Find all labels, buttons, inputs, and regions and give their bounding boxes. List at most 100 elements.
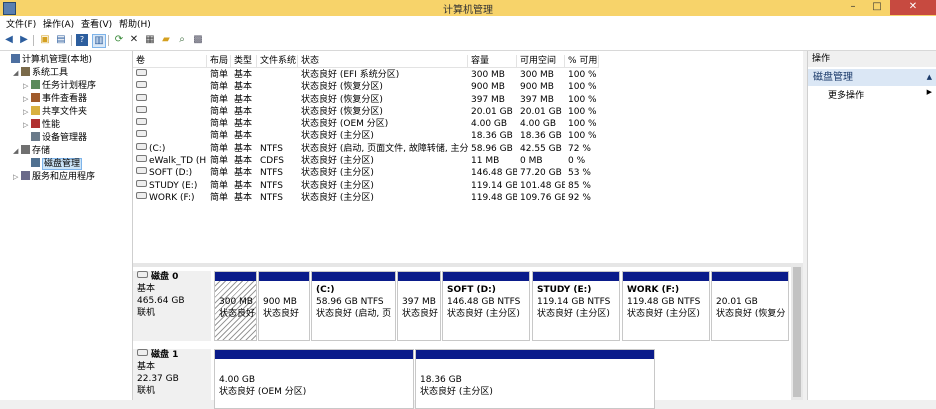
partition-block[interactable]: 18.36 GB 状态良好 (主分区) xyxy=(415,349,655,409)
partition-label: STUDY (E:) xyxy=(537,285,592,295)
tree-node-6[interactable]: 设备管理器 xyxy=(3,132,96,145)
partition-body: 300 MB 状态良好 xyxy=(215,281,256,340)
disk-info-1[interactable]: 磁盘 1 基本 22.37 GB 联机 xyxy=(133,349,211,409)
more-actions-item[interactable]: 更多操作 ▶ xyxy=(828,88,932,101)
back-icon[interactable]: ◀ xyxy=(3,34,15,46)
tree-node-2[interactable]: ▷ 任务计划程序 xyxy=(3,80,96,93)
tree-node-8[interactable]: 磁盘管理 xyxy=(3,158,96,171)
expand-arrow-icon[interactable]: ▷ xyxy=(23,119,31,132)
partition-block[interactable]: 397 MB 状态良好 xyxy=(397,271,441,341)
maximize-button[interactable]: □ xyxy=(866,0,888,15)
tree-node-1[interactable]: ◢ 系统工具 xyxy=(3,67,96,80)
column-header[interactable]: 卷 xyxy=(133,55,207,68)
expand-arrow-icon[interactable]: ▷ xyxy=(23,106,31,119)
open-folder-icon[interactable]: ▰ xyxy=(160,34,172,46)
column-header[interactable]: 类型 xyxy=(231,55,257,68)
volume-cell: 简单 xyxy=(210,106,229,117)
expand-arrow-icon[interactable]: ▷ xyxy=(23,93,31,106)
partition-bar xyxy=(312,272,395,281)
volume-row[interactable]: 简单 基本 状态良好 (恢复分区) 20.01 GB 20.01 GB 100 % xyxy=(133,105,803,118)
column-header[interactable]: 文件系统 xyxy=(257,55,298,68)
close-button[interactable]: ✕ xyxy=(890,0,936,15)
volume-cell: 300 MB xyxy=(520,70,554,80)
expand-arrow-icon[interactable]: ▷ xyxy=(23,80,31,93)
partition-block[interactable]: SOFT (D:) 146.48 GB NTFS 状态良好 (主分区) xyxy=(442,271,530,341)
search-icon[interactable]: ⌕ xyxy=(176,34,188,46)
properties-icon[interactable]: ▦ xyxy=(144,34,156,46)
help-icon[interactable]: ? xyxy=(76,34,88,46)
volume-row[interactable]: 简单 基本 状态良好 (恢复分区) 397 MB 397 MB 100 % xyxy=(133,93,803,106)
column-header[interactable]: 容量 xyxy=(468,55,517,68)
tree-node-7[interactable]: ◢ 存储 xyxy=(3,145,96,158)
partition-block[interactable]: WORK (F:) 119.48 GB NTFS 状态良好 (主分区) xyxy=(622,271,710,341)
partition-body: 20.01 GB 状态良好 (恢复分 xyxy=(712,281,788,340)
menu-action[interactable]: 操作(A) xyxy=(43,17,74,30)
tree-node-label: 共享文件夹 xyxy=(42,107,88,117)
partition-block[interactable]: STUDY (E:) 119.14 GB NTFS 状态良好 (主分区) xyxy=(532,271,620,341)
tree-node-label: 性能 xyxy=(42,120,61,130)
tree-node-4[interactable]: ▷ 共享文件夹 xyxy=(3,106,96,119)
volume-cell: 100 % xyxy=(568,82,597,93)
volume-cell: NTFS xyxy=(260,168,283,179)
volume-row[interactable]: SOFT (D:) 简单 基本 NTFS 状态良好 (主分区) 146.48 GB 77.2… xyxy=(133,167,803,179)
volume-cell: 简单 xyxy=(210,94,229,105)
volume-cell: 基本 xyxy=(234,180,253,191)
volume-cell: 状态良好 (EFI 系统分区) xyxy=(301,70,400,80)
folder-up-icon[interactable]: ▣ xyxy=(39,34,51,46)
partition-block[interactable]: 4.00 GB 状态良好 (OEM 分区) xyxy=(214,349,414,409)
volume-cell: 0 MB xyxy=(520,156,543,167)
disk-view-scrollbar[interactable] xyxy=(791,263,803,400)
toolbar-separator xyxy=(33,35,34,46)
volume-cell: 100 % xyxy=(568,131,597,142)
column-header[interactable]: 可用空间 xyxy=(517,55,565,68)
menu-file[interactable]: 文件(F) xyxy=(6,17,36,30)
expand-arrow-icon[interactable]: ▷ xyxy=(13,171,21,184)
volume-cell: 77.20 GB xyxy=(520,168,562,179)
forward-icon[interactable]: ▶ xyxy=(18,34,30,46)
volume-row[interactable]: 简单 基本 状态良好 (EFI 系统分区) 300 MB 300 MB 100 % xyxy=(133,69,803,81)
volume-cell: 300 MB xyxy=(471,70,505,80)
settings-icon[interactable]: ▩ xyxy=(192,34,204,46)
volume-cell: 状态良好 (恢复分区) xyxy=(301,82,383,93)
partition-block[interactable]: 900 MB 状态良好 xyxy=(258,271,310,341)
partition-block[interactable]: 20.01 GB 状态良好 (恢复分 xyxy=(711,271,789,341)
partition-size: 4.00 GB xyxy=(219,375,256,385)
collapse-arrow-icon[interactable]: ▲ xyxy=(927,69,932,86)
volume-row[interactable]: 简单 基本 状态良好 (OEM 分区) 4.00 GB 4.00 GB 100 % xyxy=(133,118,803,130)
volume-row[interactable]: 简单 基本 状态良好 (恢复分区) 900 MB 900 MB 100 % xyxy=(133,81,803,93)
expand-arrow-icon[interactable]: ◢ xyxy=(13,67,21,80)
volume-row[interactable]: 简单 基本 状态良好 (主分区) 18.36 GB 18.36 GB 100 % xyxy=(133,130,803,142)
menu-view[interactable]: 查看(V) xyxy=(81,17,112,30)
partition-block[interactable]: 300 MB 状态良好 xyxy=(214,271,257,341)
tree-node-0[interactable]: 计算机管理(本地) xyxy=(3,54,96,67)
tree-node-5[interactable]: ▷ 性能 xyxy=(3,119,96,132)
volume-cell: 20.01 GB xyxy=(520,106,562,117)
partition-bar xyxy=(215,350,413,359)
menu-help[interactable]: 帮助(H) xyxy=(119,17,151,30)
volume-cell: WORK (F:) xyxy=(136,191,207,204)
column-header[interactable]: % 可用 xyxy=(565,55,599,68)
delete-icon[interactable]: ✕ xyxy=(128,34,140,46)
volume-row[interactable]: eWalk_TD (H:) 简单 基本 CDFS 状态良好 (主分区) 11 MB 0 MB… xyxy=(133,155,803,167)
volume-cell: 状态良好 (恢复分区) xyxy=(301,94,383,105)
tree-node-3[interactable]: ▷ 事件查看器 xyxy=(3,93,96,106)
tree-node-9[interactable]: ▷ 服务和应用程序 xyxy=(3,171,96,184)
partition-bar xyxy=(259,272,309,281)
show-hide-tree-icon[interactable]: ▤ xyxy=(55,34,67,46)
actions-section-disk-management[interactable]: 磁盘管理 ▲ xyxy=(808,69,936,86)
minimize-button[interactable]: – xyxy=(842,0,864,15)
scrollbar-thumb[interactable] xyxy=(793,267,801,397)
view-icon[interactable]: ▥ xyxy=(92,34,106,48)
volume-row[interactable]: (C:) 简单 基本 NTFS 状态良好 (启动, 页面文件, 故障转储, 主分区) 58… xyxy=(133,142,803,155)
refresh-icon[interactable]: ⟳ xyxy=(113,34,125,46)
disk-info-0[interactable]: 磁盘 0 基本 465.64 GB 联机 xyxy=(133,271,211,341)
column-header[interactable]: 状态 xyxy=(298,55,468,68)
volume-row[interactable]: STUDY (E:) 简单 基本 NTFS 状态良好 (主分区) 119.14 GB 101… xyxy=(133,179,803,192)
expand-arrow-icon[interactable]: ◢ xyxy=(13,145,21,158)
partition-block[interactable]: (C:) 58.96 GB NTFS 状态良好 (启动, 页 xyxy=(311,271,396,341)
disk-icon xyxy=(137,271,148,278)
column-header[interactable]: 布局 xyxy=(207,55,231,68)
volume-cell: 状态良好 (恢复分区) xyxy=(301,106,383,117)
volume-cell: 简单 xyxy=(210,70,229,80)
volume-row[interactable]: WORK (F:) 简单 基本 NTFS 状态良好 (主分区) 119.48 GB 109.… xyxy=(133,191,803,204)
